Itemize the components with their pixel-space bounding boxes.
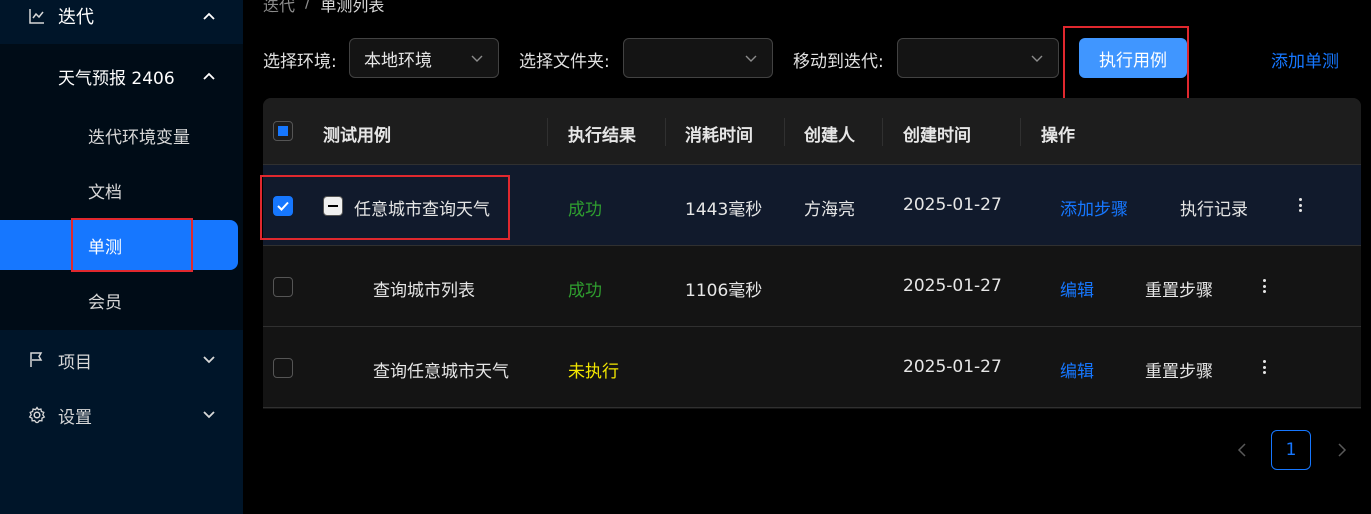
case-result: 未执行 (568, 362, 619, 382)
row-checkbox[interactable] (273, 358, 293, 378)
chevron-right-icon (1338, 443, 1347, 457)
check-icon (277, 201, 289, 211)
chevron-up-icon (203, 10, 215, 22)
chevron-down-icon (471, 55, 483, 62)
case-creator: 方海亮 (804, 200, 855, 220)
add-unit-test-button[interactable]: 添加单测 (1271, 47, 1339, 72)
edit-link[interactable]: 编辑 (1060, 357, 1094, 382)
column-divider (665, 118, 666, 146)
run-history-link[interactable]: 执行记录 (1180, 195, 1248, 220)
line-chart-icon (28, 7, 46, 25)
column-divider (784, 118, 785, 146)
case-created: 2025-01-27 (903, 276, 1002, 296)
sidebar-item-projects[interactable]: 项目 (0, 336, 243, 384)
sidebar-item-settings[interactable]: 设置 (0, 391, 243, 439)
more-vertical-icon[interactable] (1259, 276, 1269, 296)
chevron-down-icon (203, 354, 215, 366)
folder-select[interactable] (623, 38, 773, 78)
run-cases-button[interactable]: 执行用例 (1079, 38, 1187, 78)
column-header: 操作 (1041, 126, 1075, 146)
row-checkbox[interactable] (273, 277, 293, 297)
chevron-down-icon (1031, 55, 1043, 62)
breadcrumb-parent[interactable]: 迭代 (263, 0, 295, 16)
sidebar-item-label: 单测 (88, 237, 122, 258)
sidebar-item-unit-test-label-row: 单测 (0, 221, 243, 269)
column-header: 测试用例 (323, 126, 391, 146)
column-divider (547, 118, 548, 146)
sidebar-item-label: 文档 (88, 182, 122, 203)
table-row[interactable]: 查询城市列表 成功 1106毫秒 2025-01-27 编辑 重置步骤 (263, 246, 1361, 327)
sidebar-item-iteration-env[interactable]: 迭代环境变量 (0, 111, 243, 159)
env-select-value: 本地环境 (364, 50, 432, 71)
prev-page-button[interactable] (1232, 430, 1252, 470)
chevron-left-icon (1237, 443, 1246, 457)
column-divider (1020, 118, 1021, 146)
move-label: 移动到迭代: (793, 52, 884, 72)
table-row[interactable]: 查询任意城市天气 未执行 2025-01-27 编辑 重置步骤 (263, 327, 1361, 408)
unit-test-table: 测试用例 执行结果 消耗时间 创建人 创建时间 操作 任意城市查询天气 成功 1… (263, 98, 1361, 409)
env-label: 选择环境: (263, 52, 337, 72)
reset-steps-link[interactable]: 重置步骤 (1145, 276, 1213, 301)
case-name: 查询任意城市天气 (373, 362, 509, 382)
column-header: 创建人 (804, 126, 855, 146)
case-result: 成功 (568, 281, 602, 301)
sidebar-item-label: 迭代环境变量 (88, 127, 190, 148)
column-divider (882, 118, 883, 146)
table-row[interactable]: 任意城市查询天气 成功 1443毫秒 方海亮 2025-01-27 添加步骤 执… (263, 165, 1361, 246)
column-header: 创建时间 (903, 126, 971, 146)
chevron-down-icon (745, 55, 757, 62)
flag-icon (28, 351, 46, 369)
case-duration: 1443毫秒 (685, 200, 763, 220)
gear-icon (28, 406, 46, 424)
chevron-up-icon (203, 70, 215, 82)
folder-label: 选择文件夹: (519, 52, 610, 72)
app-root: 迭代 天气预报 2406 迭代环境变量 文档 单测 会员 项目 设置 迭代 / … (0, 0, 1371, 514)
column-header: 执行结果 (568, 126, 636, 146)
sidebar-item-member[interactable]: 会员 (0, 276, 243, 324)
table-header: 测试用例 执行结果 消耗时间 创建人 创建时间 操作 (263, 98, 1361, 165)
sidebar-item-iteration[interactable]: 迭代 (0, 0, 243, 42)
case-created: 2025-01-27 (903, 357, 1002, 377)
breadcrumb: 迭代 / 单测列表 (263, 0, 384, 16)
more-vertical-icon[interactable] (1259, 357, 1269, 377)
sidebar-item-label: 会员 (88, 292, 122, 313)
move-iteration-select[interactable] (897, 38, 1059, 78)
collapse-row-button[interactable] (323, 196, 343, 216)
add-step-link[interactable]: 添加步骤 (1060, 195, 1128, 220)
breadcrumb-current: 单测列表 (320, 0, 385, 15)
case-duration: 1106毫秒 (685, 281, 763, 301)
chevron-down-icon (203, 409, 215, 421)
sidebar-item-docs[interactable]: 文档 (0, 166, 243, 214)
breadcrumb-separator: / (305, 0, 311, 11)
column-header: 消耗时间 (685, 126, 753, 146)
next-page-button[interactable] (1332, 430, 1352, 470)
sidebar-item-label: 迭代 (58, 7, 94, 28)
case-created: 2025-01-27 (903, 195, 1002, 215)
select-all-checkbox[interactable] (273, 121, 293, 141)
case-name: 任意城市查询天气 (354, 200, 490, 220)
sidebar-item-label: 设置 (58, 407, 92, 428)
minus-icon (328, 205, 338, 207)
row-checkbox[interactable] (273, 196, 293, 216)
env-select[interactable]: 本地环境 (349, 38, 499, 78)
sidebar: 迭代 天气预报 2406 迭代环境变量 文档 单测 会员 项目 设置 (0, 0, 243, 514)
sidebar-item-project[interactable]: 天气预报 2406 (0, 52, 243, 100)
sidebar-item-label: 项目 (58, 352, 92, 373)
sidebar-item-label: 天气预报 2406 (58, 68, 175, 89)
page-number-button[interactable]: 1 (1271, 430, 1311, 470)
more-vertical-icon[interactable] (1295, 195, 1305, 215)
edit-link[interactable]: 编辑 (1060, 276, 1094, 301)
reset-steps-link[interactable]: 重置步骤 (1145, 357, 1213, 382)
case-result: 成功 (568, 200, 602, 220)
case-name: 查询城市列表 (373, 281, 475, 301)
